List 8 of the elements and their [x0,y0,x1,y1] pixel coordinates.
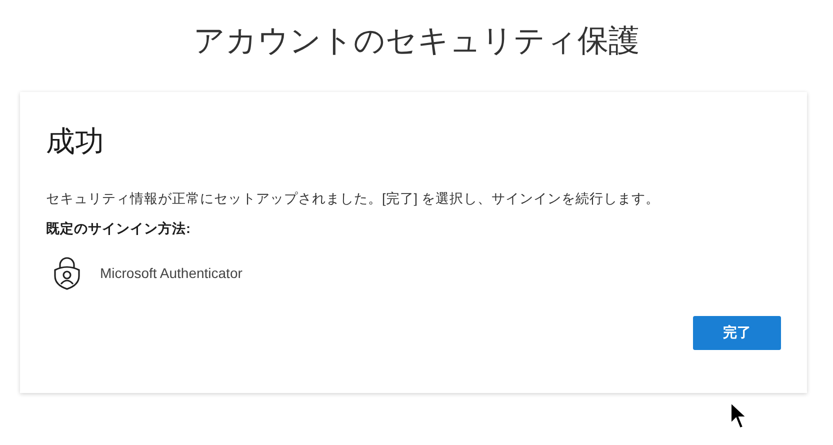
page-title: アカウントのセキュリティ保護 [192,22,640,60]
success-heading: 成功 [46,125,105,160]
done-button[interactable]: 完了 [693,316,781,350]
method-name: Microsoft Authenticator [100,265,242,281]
cursor-icon [730,402,748,430]
success-message: セキュリティ情報が正常にセットアップされました。[完了] を選択し、サインインを続行します。 [46,190,660,208]
lock-person-icon [52,256,82,290]
default-method-label: 既定のサインイン方法: [46,220,192,238]
